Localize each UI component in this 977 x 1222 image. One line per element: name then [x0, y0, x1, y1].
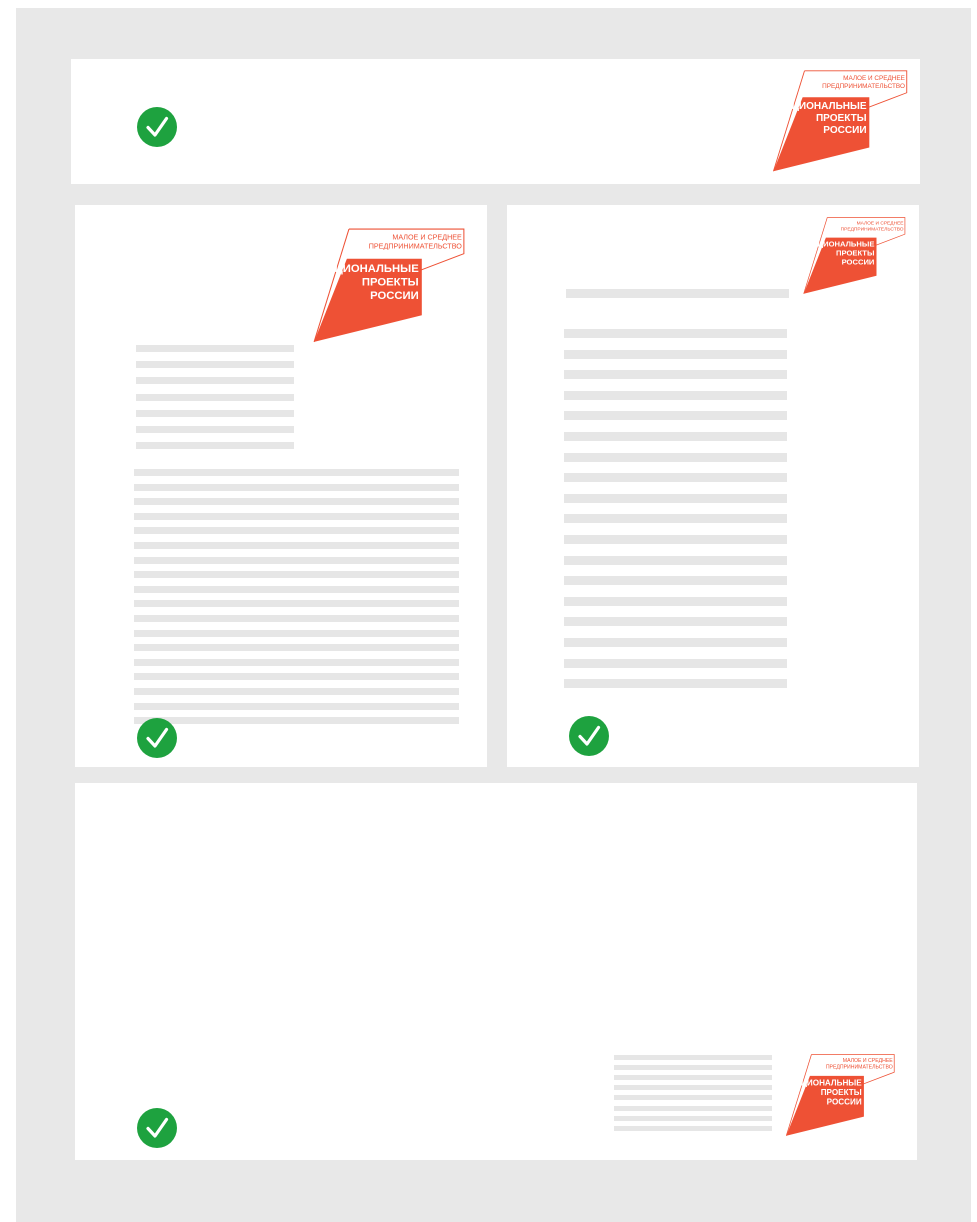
placeholder-text-line	[134, 469, 459, 476]
check-correct-icon	[137, 1108, 177, 1148]
placeholder-text-line	[136, 361, 294, 369]
placeholder-text-line	[564, 411, 787, 421]
placeholder-text-line	[564, 452, 787, 462]
placeholder-text-line	[614, 1055, 772, 1060]
placeholder-text-line	[564, 329, 787, 338]
placeholder-text-line	[134, 571, 459, 579]
heading-placeholder	[566, 289, 789, 298]
placeholder-text-line	[564, 370, 787, 380]
national-projects-logo: МАЛОЕ И СРЕДНЕЕ ПРЕДПРИНИМАТЕЛЬСТВО НАЦИ…	[785, 1054, 895, 1136]
placeholder-text-line	[564, 535, 787, 544]
placeholder-text-line	[134, 542, 459, 549]
logo-line-4: ПРОЕКТЫ	[821, 1088, 862, 1097]
placeholder-text-line	[134, 673, 459, 681]
placeholder-text-line	[134, 527, 459, 535]
placeholder-text-line	[134, 615, 459, 622]
placeholder-text-line	[134, 483, 459, 491]
placeholder-text-line	[614, 1095, 772, 1101]
placeholder-text-line	[134, 512, 459, 520]
placeholder-text-line	[564, 617, 787, 627]
logo-line-3: НАЦИОНАЛЬНЫЕ	[777, 101, 867, 112]
logo-line-3: НАЦИОНАЛЬНЫЕ	[789, 1079, 862, 1088]
placeholder-text-line	[614, 1105, 772, 1111]
examples-canvas: МАЛОЕ И СРЕДНЕЕ ПРЕДПРИНИМАТЕЛЬСТВО НАЦИ…	[16, 8, 971, 1222]
placeholder-text-line	[134, 658, 459, 666]
placeholder-text-line	[134, 688, 459, 695]
placeholder-text-line	[564, 390, 787, 400]
logo-line-2: ПРЕДПРИНИМАТЕЛЬСТВО	[822, 83, 905, 90]
placeholder-text-line	[564, 596, 787, 606]
placeholder-text-line	[136, 377, 294, 385]
check-correct-icon	[569, 716, 609, 756]
logo-line-2: ПРЕДПРИНИМАТЕЛЬСТВО	[369, 243, 462, 251]
placeholder-text-line	[564, 493, 787, 503]
logo-line-3: НАЦИОНАЛЬНЫЕ	[318, 263, 419, 275]
layout-card-landscape: МАЛОЕ И СРЕДНЕЕ ПРЕДПРИНИМАТЕЛЬСТВО НАЦИ…	[75, 783, 917, 1160]
placeholder-text-line	[614, 1075, 772, 1081]
placeholder-text-line	[564, 658, 787, 668]
national-projects-logo: МАЛОЕ И СРЕДНЕЕ ПРЕДПРИНИМАТЕЛЬСТВО НАЦИ…	[803, 217, 906, 294]
layout-card-portrait-left: МАЛОЕ И СРЕДНЕЕ ПРЕДПРИНИМАТЕЛЬСТВО НАЦИ…	[75, 205, 487, 767]
placeholder-text-line	[564, 514, 787, 524]
logo-line-5: РОССИИ	[370, 290, 419, 302]
placeholder-text-line	[134, 644, 459, 652]
layout-card-banner: МАЛОЕ И СРЕДНЕЕ ПРЕДПРИНИМАТЕЛЬСТВО НАЦИ…	[71, 59, 920, 184]
logo-line-3: НАЦИОНАЛЬНЫЕ	[807, 240, 875, 249]
placeholder-text-line	[564, 576, 787, 586]
placeholder-text-line	[136, 409, 294, 417]
placeholder-text-line	[564, 555, 787, 565]
placeholder-text-line	[136, 426, 294, 433]
placeholder-text-line	[134, 600, 459, 608]
placeholder-text-line	[614, 1085, 772, 1091]
logo-line-2: ПРЕДПРИНИМАТЕЛЬСТВО	[841, 227, 904, 233]
placeholder-text-line	[134, 585, 459, 593]
logo-line-4: ПРОЕКТЫ	[836, 249, 874, 258]
placeholder-text-line	[564, 349, 787, 359]
placeholder-text-line	[614, 1115, 772, 1121]
logo-line-5: РОССИИ	[842, 258, 875, 267]
placeholder-text-line	[136, 442, 294, 450]
layout-card-portrait-right: МАЛОЕ И СРЕДНЕЕ ПРЕДПРИНИМАТЕЛЬСТВО НАЦИ…	[507, 205, 919, 767]
placeholder-text-line	[614, 1065, 772, 1071]
placeholder-text-line	[564, 679, 787, 689]
placeholder-text-line	[614, 1125, 772, 1131]
placeholder-text-line	[136, 393, 294, 401]
logo-line-4: ПРОЕКТЫ	[816, 113, 867, 124]
national-projects-logo: МАЛОЕ И СРЕДНЕЕ ПРЕДПРИНИМАТЕЛЬСТВО НАЦИ…	[313, 228, 465, 343]
logo-line-5: РОССИИ	[827, 1098, 862, 1107]
placeholder-text-line	[564, 638, 787, 647]
check-correct-icon	[137, 718, 177, 758]
logo-line-2: ПРЕДПРИНИМАТЕЛЬСТВО	[826, 1065, 893, 1071]
national-projects-logo: МАЛОЕ И СРЕДНЕЕ ПРЕДПРИНИМАТЕЛЬСТВО НАЦИ…	[772, 70, 908, 172]
placeholder-text-line	[134, 556, 459, 564]
placeholder-text-line	[134, 717, 459, 725]
logo-line-5: РОССИИ	[823, 125, 866, 136]
placeholder-text-line	[564, 473, 787, 483]
logo-line-1: МАЛОЕ И СРЕДНЕЕ	[843, 75, 905, 82]
check-correct-icon	[137, 107, 177, 147]
logo-line-1: МАЛОЕ И СРЕДНЕЕ	[843, 1058, 894, 1064]
placeholder-text-line	[134, 498, 459, 506]
placeholder-text-line	[134, 702, 459, 710]
logo-line-4: ПРОЕКТЫ	[362, 276, 419, 288]
logo-line-1: МАЛОЕ И СРЕДНЕЕ	[857, 220, 905, 226]
logo-line-1: МАЛОЕ И СРЕДНЕЕ	[392, 233, 462, 241]
placeholder-text-line	[134, 629, 459, 637]
placeholder-text-line	[136, 345, 294, 352]
placeholder-text-line	[564, 432, 787, 441]
